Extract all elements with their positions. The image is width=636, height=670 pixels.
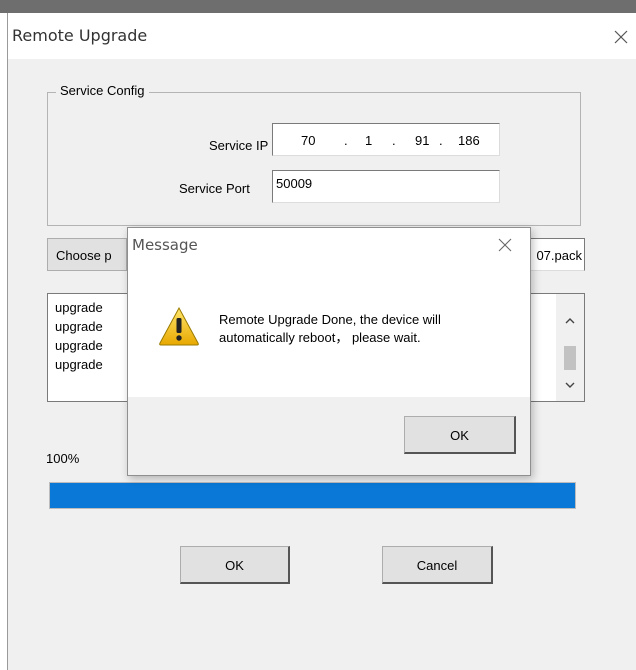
service-port-field[interactable]: 50009 [272,170,500,203]
message-line-1: Remote Upgrade Done, the device will [219,312,441,327]
message-title: Message [132,236,198,254]
warning-icon [159,306,199,346]
scroll-up-icon[interactable] [565,316,575,326]
service-ip-label: Service IP [209,138,269,153]
service-ip-field[interactable]: 70 . 1 . 91 . 186 [272,123,500,156]
ip-octet-1[interactable]: 70 [301,133,315,148]
ip-dot: . [344,133,348,148]
progress-fill [50,483,575,508]
message-line-2: automatically reboot， please wait. [219,330,421,345]
progress-percent: 100% [46,451,80,466]
log-line: upgrade [55,319,103,334]
ip-octet-3[interactable]: 91 [415,133,429,148]
progress-bar [49,482,576,509]
close-icon[interactable] [497,237,513,253]
message-dialog: Message Remote Upgrade Done, the device … [127,227,531,476]
service-config-label: Service Config [56,83,149,98]
ip-octet-4[interactable]: 186 [458,133,480,148]
service-port-value: 50009 [276,176,313,191]
title-bar: Remote Upgrade [8,13,636,59]
scroll-down-icon[interactable] [565,380,575,390]
log-line: upgrade [55,357,103,372]
top-strip [0,0,636,13]
message-content-area: Message Remote Upgrade Done, the device … [128,228,530,397]
message-text: Remote Upgrade Done, the device will aut… [219,311,514,347]
log-line: upgrade [55,300,103,315]
service-port-label: Service Port [179,181,250,196]
ip-dot: . [439,133,443,148]
cancel-button[interactable]: Cancel [382,546,493,584]
close-icon[interactable] [612,28,630,46]
log-line: upgrade [55,338,103,353]
ip-dot: . [392,133,396,148]
ok-button[interactable]: OK [180,546,290,584]
choose-file-button[interactable]: Choose p [47,238,127,271]
ip-octet-2[interactable]: 1 [365,133,372,148]
log-scrollbar[interactable] [556,294,584,401]
service-config-group [47,92,581,226]
scroll-thumb[interactable] [564,346,576,370]
message-ok-button[interactable]: OK [404,416,516,454]
window-title: Remote Upgrade [12,26,148,45]
